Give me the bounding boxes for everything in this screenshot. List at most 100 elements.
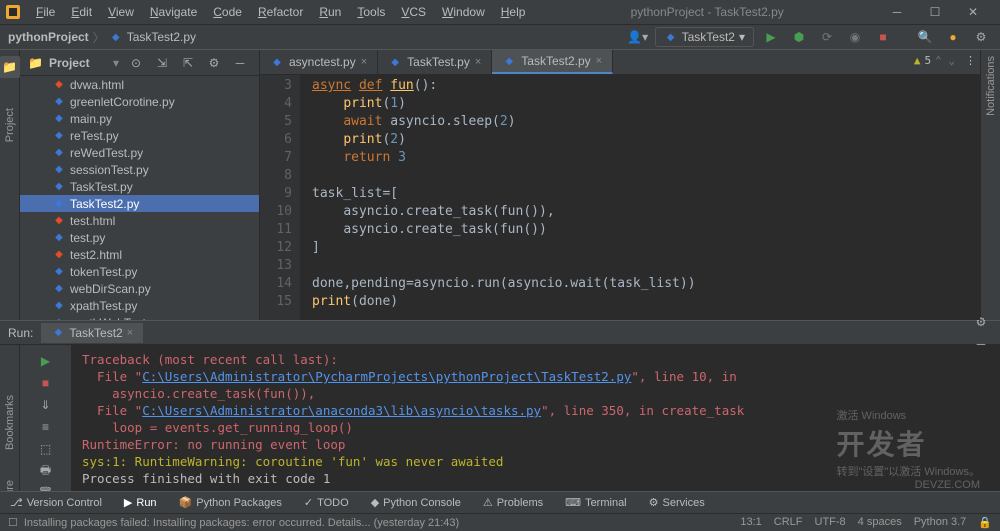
scroll-button[interactable]: ⬚ bbox=[35, 439, 57, 459]
run-config-selector[interactable]: ◆ TaskTest2 ▾ bbox=[655, 27, 754, 47]
user-icon[interactable]: 👤▾ bbox=[627, 26, 649, 48]
print-button[interactable]: 🖶 bbox=[35, 461, 57, 481]
tree-item[interactable]: ◆main.py bbox=[20, 110, 259, 127]
menu-vcs[interactable]: VCS bbox=[394, 2, 433, 22]
stop-button[interactable]: ■ bbox=[872, 26, 894, 48]
project-tool-icon[interactable]: 📁 bbox=[0, 56, 21, 78]
file-encoding[interactable]: UTF-8 bbox=[815, 516, 846, 529]
editor: ◆asynctest.py×◆TaskTest.py×◆TaskTest2.py… bbox=[260, 50, 980, 320]
tree-item[interactable]: ◆reWedTest.py bbox=[20, 144, 259, 161]
file-name: reWedTest.py bbox=[70, 146, 143, 160]
file-name: TaskTest.py bbox=[70, 180, 133, 194]
bottom-tab-problems[interactable]: ⚠Problems bbox=[479, 494, 547, 511]
profile-button[interactable]: ◉ bbox=[844, 26, 866, 48]
breadcrumb-file[interactable]: TaskTest2.py bbox=[127, 30, 196, 44]
bottom-tab-run[interactable]: ▶Run bbox=[120, 494, 161, 511]
stop-run-button[interactable]: ■ bbox=[35, 373, 57, 393]
chevron-right-icon: 〉 bbox=[93, 29, 105, 46]
close-icon[interactable]: × bbox=[596, 55, 602, 67]
run-coverage-button[interactable]: ⟳ bbox=[816, 26, 838, 48]
menu-tools[interactable]: Tools bbox=[350, 2, 392, 22]
tree-item[interactable]: ◆test.py bbox=[20, 229, 259, 246]
menu-window[interactable]: Window bbox=[435, 2, 492, 22]
run-settings-button[interactable]: ⇓ bbox=[35, 395, 57, 415]
close-icon[interactable]: × bbox=[361, 56, 367, 68]
project-tree[interactable]: ◆dvwa.html◆greenletCorotine.py◆main.py◆r… bbox=[20, 76, 259, 320]
tab-icon: 📦 bbox=[179, 496, 193, 509]
bottom-tab-terminal[interactable]: ⌨Terminal bbox=[561, 494, 630, 511]
python-file-icon: ◆ bbox=[52, 299, 66, 313]
tab-icon: ⌨ bbox=[565, 496, 581, 509]
tree-item[interactable]: ◆dvwa.html bbox=[20, 76, 259, 93]
ide-update-icon[interactable]: ● bbox=[942, 26, 964, 48]
line-separator[interactable]: CRLF bbox=[774, 516, 803, 529]
editor-tab[interactable]: ◆TaskTest.py× bbox=[378, 50, 492, 74]
interpreter[interactable]: Python 3.7 bbox=[914, 516, 967, 529]
close-icon[interactable]: × bbox=[475, 56, 481, 68]
bottom-tab-version-control[interactable]: ⎇Version Control bbox=[6, 494, 106, 511]
bottom-tab-python-console[interactable]: ◆Python Console bbox=[367, 494, 465, 511]
code-content[interactable]: async def fun(): print(1) await asyncio.… bbox=[300, 75, 980, 320]
python-file-icon: ◆ bbox=[52, 95, 66, 109]
select-opened-file-icon[interactable]: ⊙ bbox=[125, 52, 147, 74]
editor-tab[interactable]: ◆TaskTest2.py× bbox=[492, 50, 613, 74]
menu-help[interactable]: Help bbox=[494, 2, 533, 22]
close-button[interactable]: ✕ bbox=[958, 2, 988, 22]
tree-item[interactable]: ◆TaskTest.py bbox=[20, 178, 259, 195]
python-file-icon: ◆ bbox=[270, 55, 284, 69]
menu-code[interactable]: Code bbox=[206, 2, 249, 22]
tree-item[interactable]: ◆xpathWebTest.py bbox=[20, 314, 259, 320]
run-button[interactable]: ▶ bbox=[760, 26, 782, 48]
tab-icon: ▶ bbox=[124, 496, 132, 509]
maximize-button[interactable]: ☐ bbox=[920, 2, 950, 22]
settings-icon[interactable]: ⚙ bbox=[970, 26, 992, 48]
code-area[interactable]: 3456789101112131415 async def fun(): pri… bbox=[260, 75, 980, 320]
menu-edit[interactable]: Edit bbox=[64, 2, 99, 22]
bottom-tab-python-packages[interactable]: 📦Python Packages bbox=[175, 494, 286, 511]
pin-button[interactable]: ≡ bbox=[35, 417, 57, 437]
status-bar-icon[interactable]: ☐ bbox=[8, 516, 18, 529]
python-file-icon: ◆ bbox=[52, 112, 66, 126]
tree-item[interactable]: ◆sessionTest.py bbox=[20, 161, 259, 178]
bottom-tab-todo[interactable]: ✓TODO bbox=[300, 494, 353, 511]
search-everywhere-button[interactable]: 🔍 bbox=[914, 26, 936, 48]
bottom-tab-services[interactable]: ⚙Services bbox=[645, 494, 709, 511]
close-icon[interactable]: × bbox=[127, 327, 133, 339]
tree-item[interactable]: ◆test2.html bbox=[20, 246, 259, 263]
menu-view[interactable]: View bbox=[101, 2, 141, 22]
editor-tab[interactable]: ◆asynctest.py× bbox=[260, 50, 378, 74]
collapse-all-icon[interactable]: ⇱ bbox=[177, 52, 199, 74]
menu-refactor[interactable]: Refactor bbox=[251, 2, 310, 22]
chevron-down-icon[interactable]: ▾ bbox=[113, 56, 119, 70]
tree-item[interactable]: ◆test.html bbox=[20, 212, 259, 229]
breadcrumb-project[interactable]: pythonProject bbox=[8, 30, 89, 44]
minimize-button[interactable]: ─ bbox=[882, 2, 912, 22]
panel-settings-icon[interactable]: ⚙ bbox=[203, 52, 225, 74]
debug-button[interactable]: ⬢ bbox=[788, 26, 810, 48]
tree-item[interactable]: ◆ greenletCorotine.py bbox=[20, 93, 259, 110]
run-tab[interactable]: ◆ TaskTest2 × bbox=[41, 323, 143, 343]
menu-run[interactable]: Run bbox=[312, 2, 348, 22]
menu-navigate[interactable]: Navigate bbox=[143, 2, 204, 22]
project-panel: 📁 Project ▾ ⊙ ⇲ ⇱ ⚙ ─ ◆dvwa.html◆greenle… bbox=[20, 50, 260, 320]
status-message[interactable]: Installing packages failed: Installing p… bbox=[24, 517, 740, 529]
tree-item[interactable]: ◆xpathTest.py bbox=[20, 297, 259, 314]
file-name: xpathWebTest.py bbox=[70, 316, 162, 321]
tree-item[interactable]: ◆webDirScan.py bbox=[20, 280, 259, 297]
run-tool-header: Run: ◆ TaskTest2 × ⚙ ─ bbox=[0, 321, 1000, 345]
file-name: test.py bbox=[70, 231, 105, 245]
menu-file[interactable]: File bbox=[29, 2, 62, 22]
lock-icon[interactable]: 🔒 bbox=[978, 516, 992, 529]
bookmarks-tool-label[interactable]: Bookmarks bbox=[4, 395, 16, 450]
tree-item[interactable]: ◆reTest.py bbox=[20, 127, 259, 144]
file-name: greenletCorotine.py bbox=[70, 95, 175, 109]
expand-all-icon[interactable]: ⇲ bbox=[151, 52, 173, 74]
indent-info[interactable]: 4 spaces bbox=[858, 516, 902, 529]
hide-panel-icon[interactable]: ─ bbox=[229, 52, 251, 74]
rerun-button[interactable]: ▶ bbox=[35, 351, 57, 371]
notifications-tool-label[interactable]: Notifications bbox=[985, 56, 997, 116]
tree-item[interactable]: ◆tokenTest.py bbox=[20, 263, 259, 280]
caret-position[interactable]: 13:1 bbox=[740, 516, 761, 529]
project-tool-label[interactable]: Project bbox=[4, 108, 16, 142]
tree-item[interactable]: ◆TaskTest2.py bbox=[20, 195, 259, 212]
